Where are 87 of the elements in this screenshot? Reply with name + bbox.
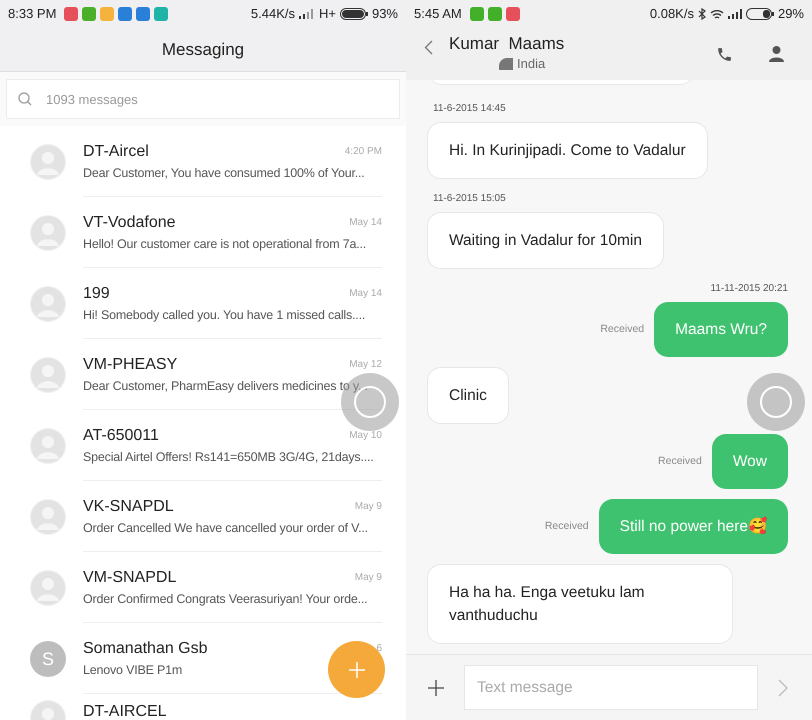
- contact-name: VM-PHEASY: [83, 354, 178, 375]
- avatar-silhouette-icon: [30, 286, 66, 322]
- app-notification-icon: [488, 7, 502, 21]
- app-notification-icon: [136, 7, 150, 21]
- app-notification-icon: [154, 7, 168, 21]
- contact-name: Somanathan Gsb: [83, 638, 208, 659]
- signal-icon: [728, 9, 742, 19]
- message-date: May 14: [349, 287, 382, 302]
- battery-icon: [340, 8, 368, 20]
- avatar-letter: S: [30, 640, 66, 676]
- outgoing-message-bubble: Still no power here🥰: [598, 499, 788, 554]
- search-field[interactable]: 1093 messages: [6, 79, 400, 119]
- message-timestamp: 11-11-2015 20:21: [710, 282, 788, 296]
- contact-name: VM-SNAPDL: [83, 568, 176, 588]
- battery-icon: [746, 8, 774, 20]
- delivery-status: Received: [600, 322, 644, 337]
- app-notification-icon: [64, 7, 78, 21]
- conversation-item[interactable]: VK-SNAPDL May 9 Order Cancelled We have cancelled your order of V...: [0, 481, 406, 552]
- message-date: May 10: [349, 429, 382, 444]
- message-preview: Hi! Somebody called you. You have 1 missed calls....: [83, 306, 366, 324]
- incoming-message-bubble: Hi. In Kurinjipadi. Come to Vadalur: [427, 122, 708, 179]
- contact-name: VT-Vodafone: [83, 212, 176, 233]
- delivery-status: Received: [544, 518, 589, 534]
- conversation-item[interactable]: AT-650011 May 10 Special Airtel Offers! Rs141=650MB 3G/4G, 21days....: [0, 410, 406, 481]
- contact-name: 199: [83, 284, 110, 304]
- conversation-item[interactable]: VM-SNAPDL May 9 Order Confirmed Congrats Veerasuriyan! Your orde...: [0, 552, 406, 623]
- conversation-item[interactable]: 199 May 14 Hi! Somebody called you. You have 1 missed calls....: [0, 268, 406, 339]
- contact-name: DT-Aircel: [83, 142, 149, 162]
- search-icon: [18, 92, 32, 106]
- network-speed: 5.44K/s: [250, 5, 295, 24]
- message-preview: Hello! Our customer care is not operational from 7a...: [83, 236, 366, 253]
- message-preview: Order Cancelled We have cancelled your order of V...: [83, 520, 368, 537]
- message-date: May 9: [354, 500, 382, 514]
- redaction-mark: [499, 58, 513, 70]
- status-time: 8:33 PM: [8, 5, 56, 24]
- incoming-message-bubble: Waiting in Vadalur for 10min: [427, 212, 664, 269]
- wifi-icon: [710, 8, 724, 20]
- message-date: May 14: [349, 216, 382, 230]
- outgoing-message-bubble: Maams Wru?: [654, 302, 788, 357]
- signal-icon: [298, 9, 315, 19]
- network-speed: 0.08K/s: [650, 5, 694, 24]
- message-timestamp: 11-6-2015 14:45: [433, 102, 506, 116]
- screen-title: Messaging: [162, 38, 244, 61]
- message-date: 6: [376, 642, 382, 656]
- contact-name: AT-650011: [83, 426, 159, 446]
- conversation-item[interactable]: VT-Vodafone May 14 Hello! Our customer care is not operational from 7a...: [0, 197, 406, 268]
- contact-icon[interactable]: [769, 46, 784, 62]
- app-notification-icon: [506, 7, 520, 21]
- network-type: H+: [318, 5, 336, 24]
- contact-name: DT-AIRCEL: [83, 702, 167, 720]
- message-date: May 9: [354, 571, 382, 586]
- plus-icon: [348, 662, 364, 678]
- message-preview: Order Confirmed Congrats Veerasuriyan! Your orde...: [83, 590, 368, 608]
- avatar-silhouette-icon: [30, 356, 66, 392]
- outgoing-message-bubble: Wow: [712, 434, 788, 489]
- message-preview: Special Airtel Offers! Rs141=650MB 3G/4G, 21days....: [83, 448, 374, 466]
- delivery-status: Received: [658, 454, 702, 469]
- app-notification-icon: [470, 7, 484, 21]
- battery-percent: 29%: [778, 5, 804, 24]
- avatar-silhouette-icon: [30, 570, 66, 606]
- plus-icon[interactable]: [428, 680, 444, 696]
- contact-name: VK-SNAPDL: [83, 496, 174, 517]
- message-preview: Lenovo VIBE P1m: [83, 662, 182, 679]
- message-preview: Dear Customer, You have consumed 100% of Your...: [83, 164, 365, 182]
- app-notification-icon: [82, 7, 96, 21]
- conversation-item[interactable]: DT-Aircel 4:20 PM Dear Customer, You have consumed 100% of Your...: [0, 126, 406, 197]
- avatar-silhouette-icon: [30, 144, 66, 180]
- message-date: May 12: [349, 358, 382, 372]
- app-notification-icon: [100, 7, 114, 21]
- contact-location: India: [517, 55, 546, 74]
- contact-name: Kumar Maams: [449, 34, 566, 54]
- back-icon: [424, 40, 433, 54]
- app-notification-icon: [118, 7, 132, 21]
- avatar-silhouette-icon: [30, 428, 66, 464]
- battery-percent: 93%: [372, 5, 398, 24]
- message-date: 4:20 PM: [344, 145, 382, 160]
- incoming-message-bubble: Ha ha ha. Enga veetuku lam vanthuduchu: [427, 564, 733, 644]
- incoming-message-bubble: Clinic: [427, 367, 509, 424]
- message-timestamp: 11-6-2015 15:05: [433, 192, 506, 206]
- conversation-item[interactable]: DT-AIRCEL: [0, 694, 406, 720]
- phone-icon[interactable]: [716, 46, 733, 62]
- back-button[interactable]: [424, 40, 433, 54]
- bluetooth-icon: [698, 8, 706, 20]
- avatar-silhouette-icon: [30, 214, 66, 250]
- message-input-field[interactable]: Text message: [464, 665, 758, 710]
- avatar-silhouette-icon: [30, 498, 66, 534]
- status-time: 5:45 AM: [414, 5, 462, 24]
